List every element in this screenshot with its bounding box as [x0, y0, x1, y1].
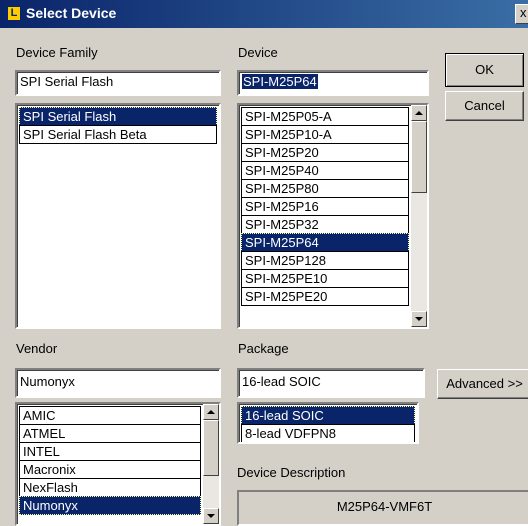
ok-button[interactable]: OK	[445, 53, 524, 87]
device-family-field[interactable]: SPI Serial Flash	[15, 70, 221, 96]
scroll-up-button[interactable]	[411, 105, 427, 121]
arrow-down-icon	[415, 317, 423, 321]
advanced-button-label: Advanced >>	[446, 376, 523, 391]
list-item[interactable]: Numonyx	[19, 496, 201, 515]
device-field[interactable]: SPI-M25P64	[237, 70, 429, 96]
list-item[interactable]: SPI Serial Flash Beta	[19, 125, 217, 144]
list-item[interactable]: ATMEL	[19, 424, 201, 443]
arrow-up-icon	[207, 410, 215, 414]
package-label: Package	[238, 341, 289, 356]
scroll-up-button[interactable]	[203, 404, 219, 420]
scroll-down-button[interactable]	[203, 508, 219, 524]
title-bar[interactable]: L Select Device x	[0, 0, 528, 28]
list-item[interactable]: SPI-M25PE10	[241, 269, 409, 288]
device-family-items: SPI Serial Flash SPI Serial Flash Beta	[17, 105, 219, 144]
list-item[interactable]: SPI-M25P20	[241, 143, 409, 162]
cancel-button[interactable]: Cancel	[445, 91, 524, 121]
list-item[interactable]: SPI-M25P32	[241, 215, 409, 234]
device-list[interactable]: SPI-M25P05-A SPI-M25P10-A SPI-M25P20 SPI-M2…	[237, 103, 429, 329]
vendor-items: AMIC ATMEL INTEL Macronix NexFlash Numonyx	[17, 404, 219, 515]
close-button[interactable]: x	[515, 4, 528, 24]
scroll-thumb[interactable]	[411, 121, 427, 193]
advanced-button[interactable]: Advanced >>	[437, 369, 528, 399]
scroll-down-button[interactable]	[411, 311, 427, 327]
list-item[interactable]: SPI Serial Flash	[19, 107, 217, 126]
device-label: Device	[238, 45, 278, 60]
list-item[interactable]: SPI-M25P64	[241, 233, 409, 252]
device-scrollbar[interactable]	[411, 105, 427, 327]
vendor-label: Vendor	[16, 341, 58, 356]
list-item[interactable]: Macronix	[19, 460, 201, 479]
list-item[interactable]: SPI-M25P10-A	[241, 125, 409, 144]
list-item[interactable]: SPI-M25P128	[241, 251, 409, 270]
list-item[interactable]: INTEL	[19, 442, 201, 461]
window-title: Select Device	[26, 5, 117, 21]
list-item[interactable]: NexFlash	[19, 478, 201, 497]
list-item[interactable]: AMIC	[19, 406, 201, 425]
device-description-label: Device Description	[237, 465, 346, 480]
package-field[interactable]: 16-lead SOIC	[237, 368, 425, 398]
device-field-text: SPI-M25P64	[242, 74, 318, 89]
ok-button-label: OK	[475, 62, 494, 77]
list-item[interactable]: SPI-M25PE20	[241, 287, 409, 306]
device-family-label: Device Family	[16, 45, 98, 60]
arrow-up-icon	[415, 111, 423, 115]
cancel-button-label: Cancel	[464, 98, 505, 113]
list-item[interactable]: SPI-M25P40	[241, 161, 409, 180]
list-item[interactable]: SPI-M25P16	[241, 197, 409, 216]
vendor-list[interactable]: AMIC ATMEL INTEL Macronix NexFlash Numonyx	[15, 402, 221, 526]
app-icon: L	[7, 6, 21, 21]
scroll-thumb[interactable]	[203, 420, 219, 476]
list-item[interactable]: SPI-M25P80	[241, 179, 409, 198]
device-family-list[interactable]: SPI Serial Flash SPI Serial Flash Beta	[15, 103, 221, 329]
list-item[interactable]: 16-lead SOIC	[241, 406, 415, 425]
list-item[interactable]: SPI-M25P05-A	[241, 107, 409, 126]
list-item[interactable]: 8-lead VDFPN8	[241, 424, 415, 442]
vendor-scrollbar[interactable]	[203, 404, 219, 524]
package-list[interactable]: 16-lead SOIC 8-lead VDFPN8	[237, 402, 419, 444]
device-items: SPI-M25P05-A SPI-M25P10-A SPI-M25P20 SPI-M2…	[239, 105, 427, 306]
package-items: 16-lead SOIC 8-lead VDFPN8	[239, 404, 417, 442]
device-description-field: M25P64-VMF6T	[237, 490, 528, 526]
arrow-down-icon	[207, 514, 215, 518]
vendor-field[interactable]: Numonyx	[15, 368, 221, 398]
